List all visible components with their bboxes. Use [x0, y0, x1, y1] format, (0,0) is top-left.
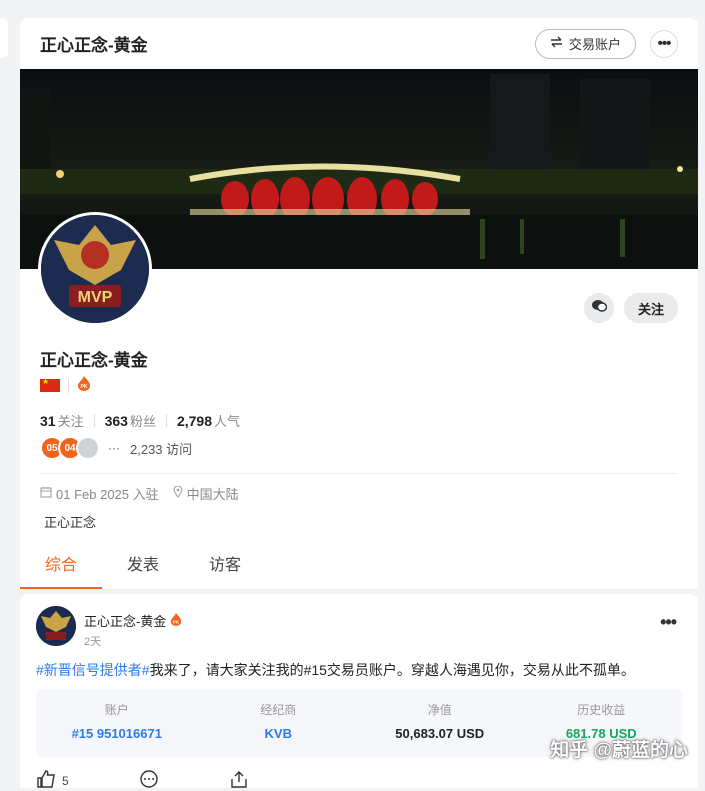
location: 中国大陆	[186, 487, 239, 502]
divider	[68, 378, 69, 393]
account-number[interactable]: #15 951016671	[36, 726, 198, 741]
post-time: 2天	[84, 636, 102, 648]
profile-avatar[interactable]: MVP	[38, 212, 152, 326]
pk-flame-badge-icon: PK	[170, 612, 182, 629]
swap-icon	[550, 36, 563, 51]
svg-text:PK: PK	[173, 619, 180, 624]
tab-posts[interactable]: 发表	[102, 547, 184, 589]
profile-meta: 01 Feb 2025 入驻 中国大陆	[40, 484, 239, 503]
trading-account-button[interactable]: 交易账户	[534, 28, 636, 59]
profile-name: 正心正念-黄金	[40, 351, 148, 370]
message-button[interactable]	[583, 293, 614, 323]
equity-value: 50,683.07 USD	[395, 726, 485, 741]
calendar-icon	[40, 486, 52, 501]
top-bar: 正心正念-黄金 交易账户 •••	[20, 18, 698, 69]
post-more-button[interactable]: •••	[660, 612, 677, 633]
broker-label: 经纪商	[260, 703, 297, 717]
visitor-avatar[interactable]	[76, 436, 100, 460]
recent-visitors[interactable]: 05 04 ··· 2,233 访问	[40, 436, 192, 460]
profile-stats: 31 关注 363 粉丝 2,798 人气	[40, 411, 240, 430]
like-count: 5	[62, 773, 69, 788]
tab-overview[interactable]: 综合	[20, 547, 102, 589]
location-pin-icon	[173, 485, 183, 501]
left-edge-panel	[0, 18, 8, 58]
followers-stat[interactable]: 363 粉丝	[105, 411, 156, 430]
profile-card: 正心正念-黄金 交易账户 ••• MVP 关注 正心正念-黄金 ★ PK 31 …	[20, 18, 698, 590]
watermark: 知乎 @蔚蓝的心	[550, 740, 688, 761]
post-card: 正心正念-黄金 PK 2天 ••• #新晋信号提供者#我来了，请大家关注我的#1…	[20, 594, 698, 788]
equity-label: 净值	[427, 703, 452, 717]
following-stat[interactable]: 31 关注	[40, 411, 84, 430]
popularity-stat: 2,798 人气	[176, 413, 241, 429]
broker-value[interactable]: KVB	[198, 726, 360, 741]
tab-visitors[interactable]: 访客	[184, 547, 266, 589]
more-options-button[interactable]: •••	[650, 29, 678, 58]
post-author-avatar[interactable]	[36, 606, 76, 646]
svg-text:MVP: MVP	[78, 289, 113, 306]
account-label: 账户	[104, 703, 129, 717]
profile-bio: 正心正念	[44, 515, 97, 530]
post-hashtag[interactable]: #新晋信号提供者#	[36, 662, 150, 678]
follow-button[interactable]: 关注	[623, 293, 678, 323]
visit-count: 2,233 访问	[130, 441, 193, 457]
post-text: #新晋信号提供者#我来了，请大家关注我的#15交易员账户。穿越人海遇见你，交易从…	[36, 660, 635, 680]
chat-icon	[591, 299, 608, 318]
post-body: 我来了，请大家关注我的#15交易员账户。穿越人海遇见你，交易从此不孤单。	[149, 662, 635, 678]
pk-flame-badge-icon: PK	[77, 375, 91, 396]
profile-tabs: 综合 发表 访客	[20, 547, 698, 590]
post-author-name[interactable]: 正心正念-黄金	[84, 611, 166, 630]
joined-date: 01 Feb 2025 入驻	[56, 487, 159, 502]
page-title: 正心正念-黄金	[40, 36, 148, 55]
history-profit-label: 历史收益	[577, 703, 626, 717]
divider	[40, 473, 678, 474]
svg-text:PK: PK	[81, 384, 88, 390]
more-visitors: ···	[108, 441, 120, 455]
trading-account-label: 交易账户	[568, 37, 621, 52]
china-flag-icon	[40, 377, 60, 392]
